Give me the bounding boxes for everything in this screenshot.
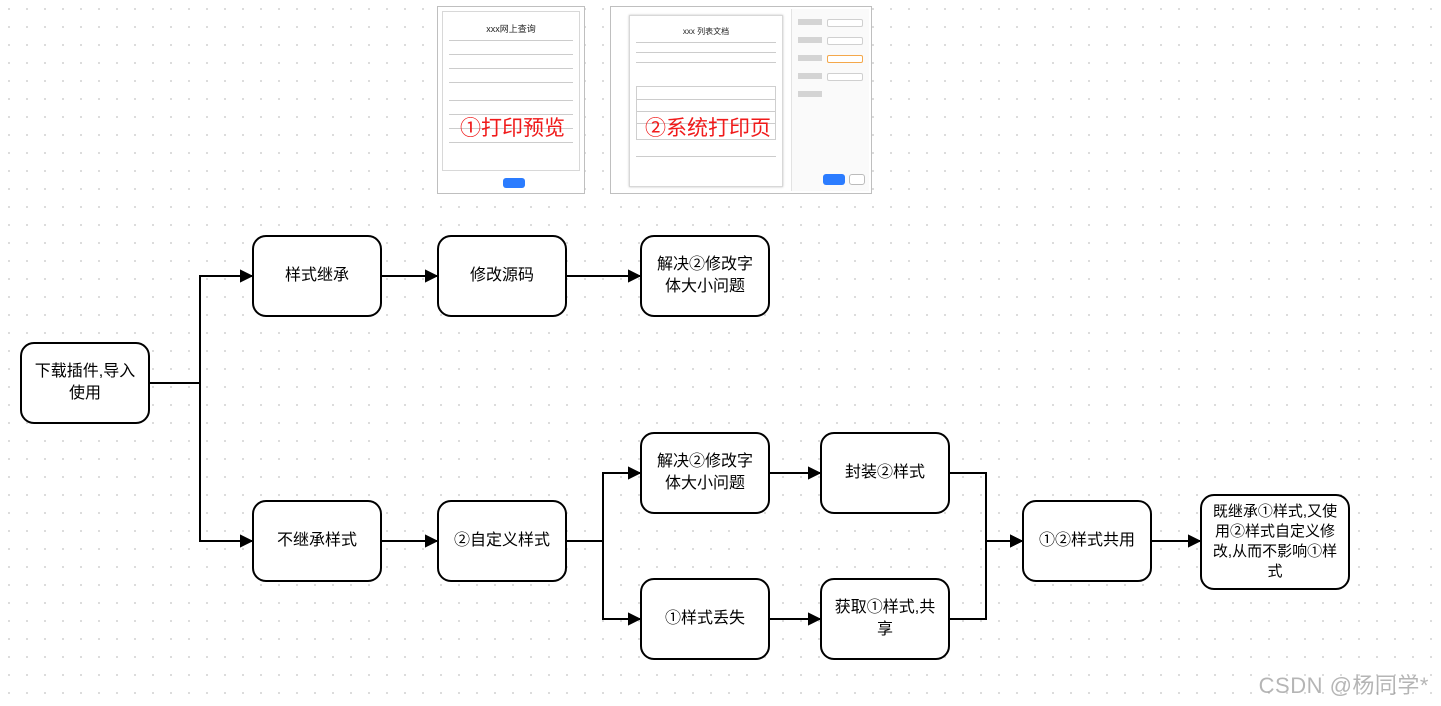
thumb2-red-label: ②系统打印页: [645, 112, 771, 142]
node-inherit-style: 样式继承: [252, 235, 382, 317]
node-no-inherit: 不继承样式: [252, 500, 382, 582]
thumbnail-print-preview: xxx网上查询 ①打印预览: [437, 6, 585, 194]
thumb2-title: xxx 列表文档: [630, 26, 782, 37]
node-modify-source: 修改源码: [437, 235, 567, 317]
thumb1-red-label: ①打印预览: [460, 112, 565, 142]
thumb1-title: xxx网上查询: [443, 22, 579, 35]
node-style-lost: ①样式丢失: [640, 578, 770, 660]
node-get-share: 获取①样式,共享: [820, 578, 950, 660]
thumbnail-system-print: xxx 列表文档 ②系统打印页: [610, 6, 872, 194]
node-start: 下载插件,导入使用: [20, 342, 150, 424]
node-custom-style: ②自定义样式: [437, 500, 567, 582]
node-wrap-style: 封装②样式: [820, 432, 950, 514]
node-solve-font-1: 解决②修改字体大小问题: [640, 235, 770, 317]
node-final: 既继承①样式,又使用②样式自定义修改,从而不影响①样式: [1200, 494, 1350, 590]
node-both-style: ①②样式共用: [1022, 500, 1152, 582]
thumb2-side-panel: [791, 9, 869, 191]
node-solve-font-2: 解决②修改字体大小问题: [640, 432, 770, 514]
